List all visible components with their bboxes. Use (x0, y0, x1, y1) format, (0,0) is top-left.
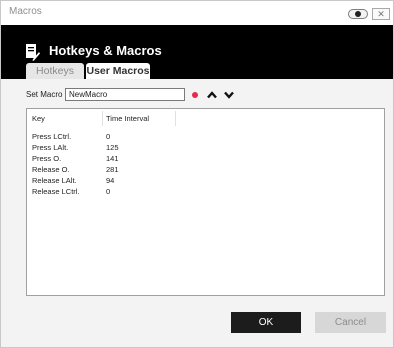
close-button[interactable]: ✕ (372, 8, 390, 20)
chevron-up-icon[interactable] (206, 90, 218, 100)
cancel-button[interactable]: Cancel (315, 312, 386, 333)
column-divider (102, 111, 103, 126)
macros-window: Macros ✕ Hotkeys & Macros Hotkeys User M… (0, 0, 394, 348)
title-bar: Macros ✕ (1, 1, 393, 26)
record-icon[interactable] (192, 92, 198, 98)
toggle-knob (355, 11, 361, 17)
set-macro-label: Set Macro (26, 90, 63, 99)
macro-name-input[interactable]: NewMacro (65, 88, 185, 101)
header-title: Hotkeys & Macros (49, 43, 162, 58)
header-banner: Hotkeys & Macros Hotkeys User Macros (1, 25, 393, 79)
tab-user-macros[interactable]: User Macros (86, 63, 150, 79)
table-row[interactable]: Release LCtrl. 0 (27, 186, 384, 198)
chevron-down-icon[interactable] (223, 90, 235, 100)
macro-table[interactable]: Key Time Interval Press LCtrl. 0 Press L… (26, 108, 385, 296)
window-title: Macros (9, 6, 42, 17)
column-divider (175, 111, 176, 126)
content-panel: Set Macro NewMacro Key Time Interval Pre… (1, 79, 393, 347)
document-pen-icon (26, 44, 40, 61)
key-cell: Release LCtrl. (32, 187, 80, 196)
column-header-time-interval: Time Interval (106, 114, 150, 123)
time-cell: 0 (106, 187, 111, 196)
toggle-icon[interactable] (348, 9, 368, 19)
ok-button[interactable]: OK (231, 312, 301, 333)
column-header-key: Key (32, 114, 45, 123)
tab-hotkeys[interactable]: Hotkeys (26, 63, 84, 79)
